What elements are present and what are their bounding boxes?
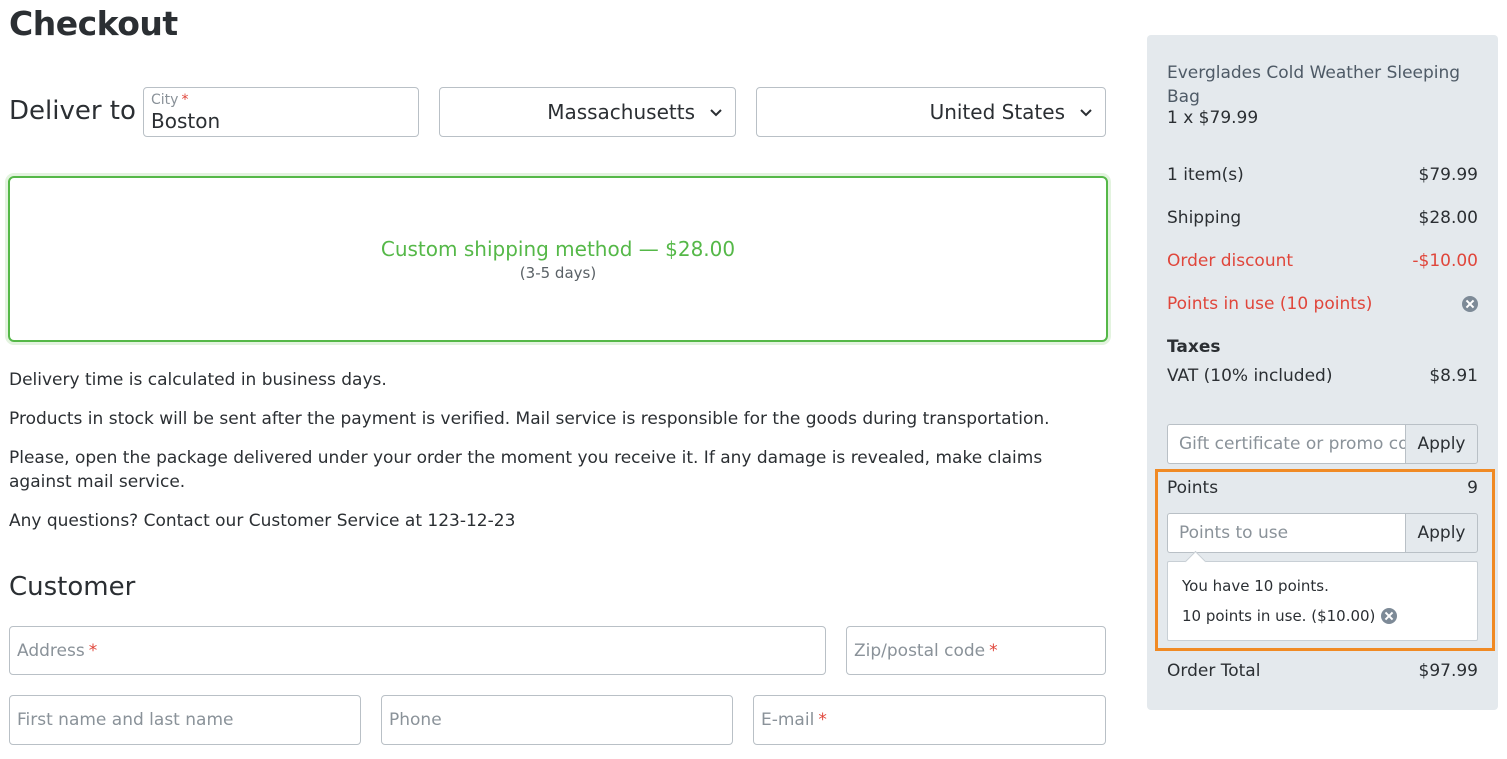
points-highlight-frame (1155, 469, 1495, 651)
required-mark: * (818, 710, 827, 730)
shipping-days: (3-5 days) (519, 263, 597, 282)
phone-placeholder: Phone (389, 710, 442, 730)
state-value: Massachusetts (547, 100, 695, 124)
country-select[interactable]: United States (756, 87, 1106, 137)
promo-code-input[interactable]: Gift certificate or promo code (1167, 424, 1405, 464)
state-select[interactable]: Massachusetts (439, 87, 736, 137)
shipping-label: Shipping (1167, 208, 1242, 228)
discount-row: Order discount -$10.00 (1167, 251, 1478, 271)
required-mark: * (989, 640, 998, 661)
email-placeholder: E-mail (761, 710, 815, 730)
points-in-use-label: Points in use (10 points) (1167, 294, 1373, 314)
promo-code-group: Gift certificate or promo code Apply (1167, 424, 1478, 464)
email-input[interactable]: E-mail * (753, 695, 1106, 745)
zip-placeholder: Zip/postal code (854, 640, 986, 661)
chevron-down-icon (710, 109, 722, 117)
name-placeholder: First name and last name (17, 710, 234, 730)
product-quantity: 1 x $79.99 (1167, 108, 1259, 128)
chevron-down-icon (1080, 109, 1092, 117)
zip-input[interactable]: Zip/postal code * (846, 626, 1106, 675)
required-mark: * (181, 92, 189, 108)
promo-apply-button[interactable]: Apply (1405, 424, 1478, 464)
deliver-to-label: Deliver to (9, 96, 136, 126)
delivery-info-text: Please, open the package delivered under… (9, 448, 1043, 492)
delivery-info-text: Any questions? Contact our Customer Serv… (9, 511, 516, 531)
items-value: $79.99 (1418, 165, 1478, 185)
items-row: 1 item(s) $79.99 (1167, 165, 1478, 185)
shipping-method-option[interactable]: Custom shipping method — $28.00 (3-5 day… (8, 176, 1108, 342)
vat-value: $8.91 (1429, 366, 1478, 386)
country-value: United States (929, 100, 1065, 124)
city-label: City * (151, 92, 189, 108)
vat-row: VAT (10% included) $8.91 (1167, 366, 1478, 386)
customer-heading: Customer (9, 572, 136, 602)
order-total-value: $97.99 (1418, 661, 1478, 681)
taxes-heading: Taxes (1167, 337, 1221, 357)
order-total-row: Order Total $97.99 (1167, 661, 1478, 681)
name-input[interactable]: First name and last name (9, 695, 361, 745)
product-name[interactable]: Everglades Cold Weather Sleeping Bag (1167, 61, 1467, 109)
shipping-row: Shipping $28.00 (1167, 208, 1478, 228)
phone-input[interactable]: Phone (381, 695, 733, 745)
required-mark: * (88, 640, 98, 661)
items-label: 1 item(s) (1167, 165, 1244, 185)
vat-label: VAT (10% included) (1167, 366, 1333, 386)
remove-points-icon[interactable] (1462, 296, 1478, 312)
city-field[interactable]: City * Boston (143, 87, 419, 137)
discount-label: Order discount (1167, 251, 1294, 271)
address-placeholder: Address (17, 640, 85, 661)
delivery-info-text: Delivery time is calculated in business … (9, 370, 387, 390)
page-title: Checkout (9, 4, 178, 43)
points-in-use-row: Points in use (10 points) (1167, 294, 1478, 314)
discount-value: -$10.00 (1412, 251, 1478, 271)
shipping-value: $28.00 (1418, 208, 1478, 228)
address-input[interactable]: Address * (9, 626, 826, 675)
city-value: Boston (151, 109, 221, 133)
order-total-label: Order Total (1167, 661, 1261, 681)
shipping-method-label: Custom shipping method — $28.00 (380, 236, 736, 261)
delivery-info-text: Products in stock will be sent after the… (9, 409, 1050, 429)
